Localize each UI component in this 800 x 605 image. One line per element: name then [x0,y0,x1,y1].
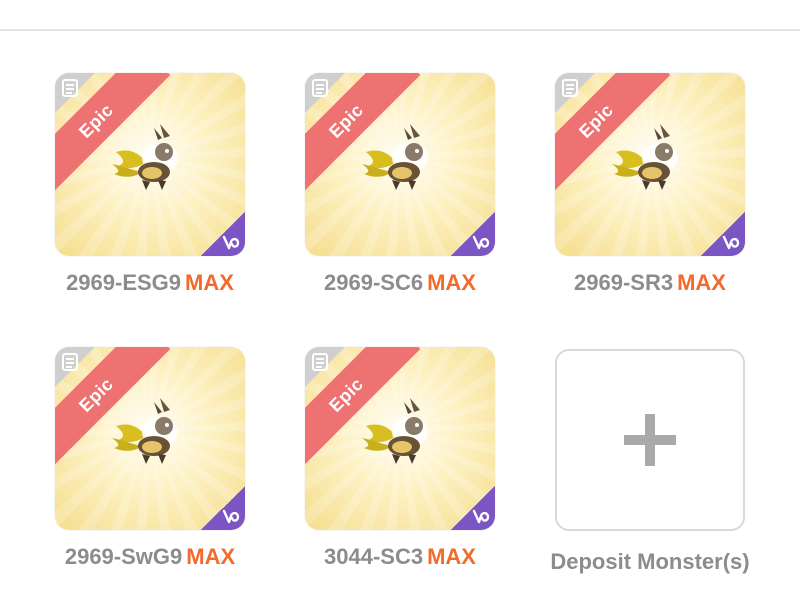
monster-tile[interactable]: Epic [55,347,245,530]
element-badge-icon [472,235,490,250]
element-badge-icon [722,235,740,250]
monster-label: 2969-SC6 MAX [285,270,515,296]
deposit-monster-card[interactable]: Deposit Monster(s) [550,349,750,575]
monster-image [112,124,178,190]
monster-code: 2969-SR3 [574,270,674,295]
element-badge [201,486,245,530]
element-badge [701,212,745,256]
monster-code: 2969-ESG9 [66,270,182,295]
monster-label: 2969-SR3 MAX [535,270,765,296]
element-badge-icon [472,509,490,524]
monster-tile[interactable]: Epic [555,73,745,256]
element-badge [201,212,245,256]
top-divider [0,29,800,31]
max-tag: MAX [677,270,726,295]
monster-card[interactable]: Epic 2969-SR3 MAX [555,73,745,296]
monster-code: 2969-SC6 [324,270,424,295]
document-icon [562,79,578,97]
max-tag: MAX [185,270,234,295]
element-badge-icon [222,235,240,250]
monster-label: 2969-SwG9 MAX [35,544,265,570]
monster-label: 3044-SC3 MAX [285,544,515,570]
document-icon [62,353,78,371]
monster-image [362,398,428,464]
monster-tile[interactable]: Epic [55,73,245,256]
document-icon [62,79,78,97]
monster-label: 2969-ESG9 MAX [35,270,265,296]
monster-grid-page: Epic 2969-ESG9 MAX Epic 2969-SC6 MAX Epi… [0,0,800,605]
max-tag: MAX [186,544,236,569]
monster-image [612,124,678,190]
deposit-monster-label: Deposit Monster(s) [550,549,750,574]
monster-image [362,124,428,190]
max-tag: MAX [427,544,476,569]
monster-image [112,398,178,464]
monster-tile[interactable]: Epic [305,73,495,256]
element-badge [451,486,495,530]
document-icon [312,353,328,371]
monster-card[interactable]: Epic 3044-SC3 MAX [305,347,495,570]
monster-card[interactable]: Epic 2969-ESG9 MAX [55,73,245,296]
monster-code: 3044-SC3 [324,544,424,569]
element-badge-icon [222,509,240,524]
monster-code: 2969-SwG9 [64,544,183,569]
monster-card[interactable]: Epic 2969-SC6 MAX [305,73,495,296]
max-tag: MAX [427,270,476,295]
monster-card[interactable]: Epic 2969-SwG9 MAX [55,347,245,570]
deposit-monster-button[interactable] [555,349,745,531]
element-badge [451,212,495,256]
document-icon [312,79,328,97]
monster-tile[interactable]: Epic [305,347,495,530]
plus-icon [624,414,676,466]
